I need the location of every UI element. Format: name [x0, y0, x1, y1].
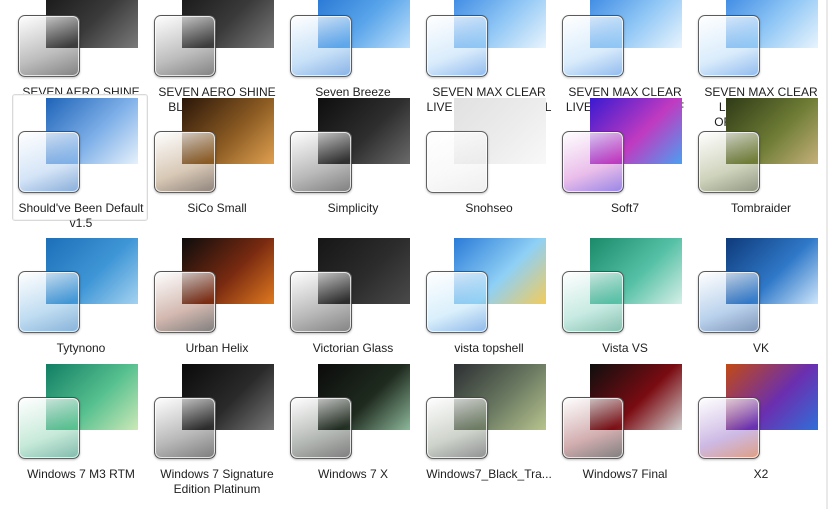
- theme-label: vista topshell: [454, 341, 524, 355]
- theme-item[interactable]: Windows 7 X: [284, 360, 420, 481]
- theme-item[interactable]: Seven Breeze: [284, 0, 420, 99]
- theme-label: Vista VS: [602, 341, 648, 355]
- theme-label: Windows7 Final: [582, 467, 668, 481]
- glass-window-icon: [290, 131, 352, 193]
- glass-window-icon: [18, 131, 80, 193]
- glass-window-icon: [290, 15, 352, 77]
- glass-window-icon: [154, 15, 216, 77]
- theme-label: Victorian Glass: [312, 341, 394, 355]
- theme-item[interactable]: Windows 7 M3 RTM: [12, 360, 148, 481]
- glass-window-icon: [290, 271, 352, 333]
- glass-window-icon: [562, 271, 624, 333]
- theme-label: Windows 7 Signature Edition Platinum: [160, 467, 274, 496]
- glass-window-icon: [426, 271, 488, 333]
- theme-label: Windows 7 X: [317, 467, 389, 481]
- glass-window-icon: [426, 397, 488, 459]
- theme-item[interactable]: X2: [692, 360, 828, 481]
- theme-item[interactable]: Tombraider: [692, 94, 828, 215]
- glass-window-icon: [154, 131, 216, 193]
- theme-label: Tytynono: [56, 341, 106, 355]
- theme-label: SiCo Small: [187, 201, 247, 215]
- glass-window-icon: [426, 15, 488, 77]
- glass-window-icon: [698, 131, 760, 193]
- glass-window-icon: [154, 397, 216, 459]
- theme-item[interactable]: Windows 7 Signature Edition Platinum: [148, 360, 284, 496]
- glass-window-icon: [290, 397, 352, 459]
- glass-window-icon: [562, 15, 624, 77]
- glass-window-icon: [18, 15, 80, 77]
- theme-item[interactable]: Should've Been Default v1.5: [12, 94, 148, 230]
- glass-window-icon: [698, 397, 760, 459]
- glass-window-icon: [154, 271, 216, 333]
- theme-item[interactable]: Urban Helix: [148, 234, 284, 355]
- theme-item[interactable]: Tytynono: [12, 234, 148, 355]
- theme-item[interactable]: Simplicity: [284, 94, 420, 215]
- glass-window-icon: [426, 131, 488, 193]
- theme-item[interactable]: vista topshell: [420, 234, 556, 355]
- glass-window-icon: [562, 131, 624, 193]
- glass-window-icon: [18, 397, 80, 459]
- glass-window-icon: [562, 397, 624, 459]
- theme-label: Simplicity: [327, 201, 379, 215]
- glass-window-icon: [698, 15, 760, 77]
- theme-grid: SEVEN AERO SHINE BLACK TASKBAR ORIGINAL …: [0, 0, 828, 509]
- theme-item[interactable]: Victorian Glass: [284, 234, 420, 355]
- glass-window-icon: [698, 271, 760, 333]
- theme-label: Windows7_Black_Tra...: [426, 467, 552, 481]
- theme-item[interactable]: Vista VS: [556, 234, 692, 355]
- theme-label: Should've Been Default v1.5: [18, 201, 144, 230]
- theme-label: Urban Helix: [185, 341, 249, 355]
- theme-item[interactable]: VK: [692, 234, 828, 355]
- theme-label: Tombraider: [730, 201, 792, 215]
- theme-label: Windows 7 M3 RTM: [27, 467, 135, 481]
- theme-label: Snohseo: [465, 201, 513, 215]
- theme-item[interactable]: Windows7 Final: [556, 360, 692, 481]
- theme-label: X2: [753, 467, 769, 481]
- theme-item[interactable]: Windows7_Black_Tra...: [420, 360, 556, 481]
- glass-window-icon: [18, 271, 80, 333]
- theme-item[interactable]: Soft7: [556, 94, 692, 215]
- theme-item[interactable]: Snohseo: [420, 94, 556, 215]
- theme-label: VK: [752, 341, 769, 355]
- theme-label: Soft7: [610, 201, 640, 215]
- theme-item[interactable]: SiCo Small: [148, 94, 284, 215]
